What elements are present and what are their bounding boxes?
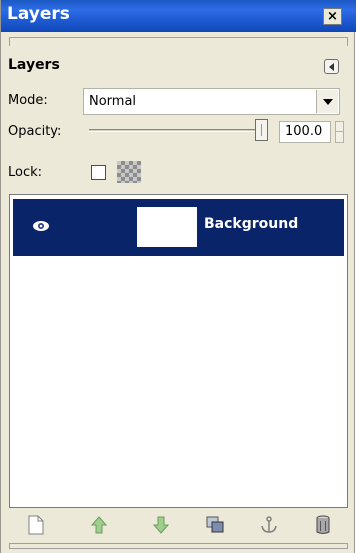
- layer-name[interactable]: Background: [204, 216, 298, 232]
- triangle-left-icon: [329, 62, 334, 71]
- eye-icon[interactable]: [32, 220, 50, 232]
- window-title: Layers: [7, 4, 70, 24]
- raise-layer-icon: [91, 516, 107, 534]
- new-layer-button[interactable]: [24, 513, 48, 537]
- layer-row[interactable]: Background: [13, 199, 344, 256]
- mode-label: Mode:: [8, 93, 48, 108]
- lower-layer-button[interactable]: [149, 513, 173, 537]
- lower-layer-icon: [153, 516, 169, 534]
- delete-layer-button[interactable]: [311, 513, 335, 537]
- opacity-slider-thumb[interactable]: [255, 119, 268, 141]
- opacity-slider-track[interactable]: [89, 129, 267, 132]
- layers-window: Layers × Layers Mode: Normal Opacity: 10…: [0, 0, 356, 553]
- layer-toolbar: [9, 510, 348, 540]
- opacity-label: Opacity:: [8, 124, 62, 139]
- new-layer-icon: [28, 515, 44, 535]
- raise-layer-button[interactable]: [87, 513, 111, 537]
- mode-dropdown[interactable]: Normal: [83, 88, 340, 115]
- opacity-value-input[interactable]: 100.0: [279, 121, 331, 143]
- duplicate-layer-button[interactable]: [203, 513, 227, 537]
- opacity-spin-button[interactable]: [335, 121, 344, 143]
- panel-title: Layers: [8, 57, 60, 73]
- alpha-checkerboard-icon: [117, 161, 141, 183]
- dropdown-arrow-icon[interactable]: [316, 90, 338, 113]
- anchor-layer-button[interactable]: [257, 513, 281, 537]
- layer-thumbnail[interactable]: [137, 207, 197, 247]
- duplicate-layer-icon: [206, 516, 224, 533]
- lock-label: Lock:: [8, 165, 43, 180]
- dock-tab-strip[interactable]: [9, 37, 348, 46]
- anchor-layer-icon: [261, 516, 277, 533]
- close-button[interactable]: ×: [323, 8, 342, 25]
- panel-menu-button[interactable]: [324, 59, 339, 74]
- lock-alpha-checkbox[interactable]: [91, 165, 106, 180]
- mode-value: Normal: [89, 94, 137, 109]
- bottom-tab-strip[interactable]: [9, 543, 348, 549]
- title-bar[interactable]: Layers ×: [1, 0, 356, 32]
- layer-list[interactable]: Background: [9, 194, 348, 508]
- delete-layer-icon: [316, 515, 330, 534]
